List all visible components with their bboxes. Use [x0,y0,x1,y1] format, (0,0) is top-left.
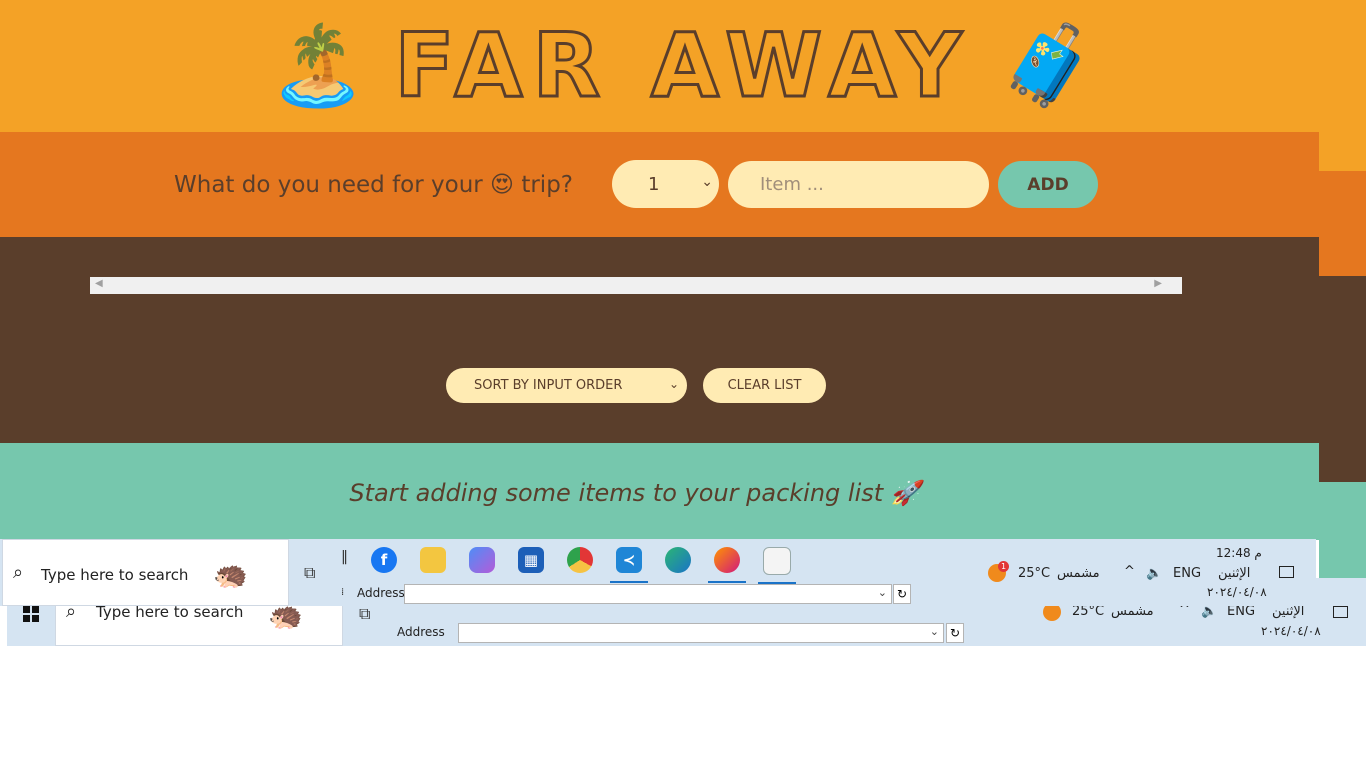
chevron-down-icon: ⌄ [929,625,939,638]
app-header: 🏝️ FAR AWAY 🧳 [0,0,1366,132]
task-view-icon[interactable]: ⧉ [304,563,315,583]
edge-stripe-green [1319,482,1366,578]
address-field[interactable]: ⌄ [458,623,944,643]
windows-start-icon[interactable] [23,606,39,622]
palm-tree-island-icon: 🏝️ [269,21,367,111]
file-explorer-icon[interactable] [420,547,446,573]
language-indicator[interactable]: ENG [1173,566,1201,581]
chevron-down-icon: ⌄ [668,377,679,391]
edge-stripe-brown [1319,276,1366,482]
sort-select[interactable]: SORT BY INPUT ORDER ⌄ [446,368,687,403]
weather-temp: 25°C [1018,566,1051,581]
search-placeholder: Type here to search [41,566,189,584]
add-item-form: What do you need for your 😍 trip? 1 ⌄ It… [0,132,1319,237]
scroll-left-icon[interactable]: ◀ [95,278,103,289]
refresh-icon[interactable]: ↻ [946,623,964,643]
sort-value: SORT BY INPUT ORDER [474,378,623,393]
stats-message: Start adding some items to your packing … [349,479,921,507]
chrome-icon[interactable] [567,547,593,573]
clock-day: الإثنين [1218,566,1251,581]
clear-list-button[interactable]: CLEAR LIST [703,368,826,403]
taskbar: ⌕ Type here to search 🦔 ⧉ ‖ f ▦ ≺ ⁞ Addr… [0,539,1316,606]
hedgehog-icon: 🦔 [213,558,248,591]
facebook-icon[interactable]: f [371,547,397,573]
search-icon: ⌕ [13,562,24,583]
scroll-right-icon[interactable]: ▶ [1154,278,1162,289]
task-view-icon[interactable]: ⧉ [359,604,370,624]
luggage-icon: 🧳 [999,21,1097,111]
microsoft-store-icon[interactable]: ▦ [518,547,544,573]
firefox-icon[interactable] [708,547,746,583]
speaker-icon[interactable]: 🔈 [1146,566,1162,581]
weather-text: مشمس [1111,604,1154,619]
weather-badge: 1 [998,561,1009,572]
speaker-icon[interactable]: 🔈 [1201,604,1217,619]
toolbar-grip-icon: ⁞ [341,587,345,598]
chevron-up-icon[interactable]: ^ [1124,564,1135,579]
item-input-placeholder: Item ... [760,174,824,195]
vscode-icon[interactable]: ≺ [610,547,648,583]
weather-temp: 25°C [1072,604,1105,619]
quantity-select[interactable]: 1 ⌄ [612,160,719,208]
refresh-icon[interactable]: ↻ [893,584,911,604]
language-indicator[interactable]: ENG [1227,604,1255,619]
clock-date: ٢٠٢٤/٠٤/٠٨ [1261,624,1321,638]
horizontal-scrollbar[interactable]: ◀ ▶ [90,277,1182,294]
add-button[interactable]: ADD [998,161,1098,208]
address-label: Address [397,625,445,639]
address-label: Address [357,586,405,600]
clock-date: ٢٠٢٤/٠٤/٠٨ [1207,585,1267,599]
stats-footer: Start adding some items to your packing … [0,443,1319,540]
notepad-icon[interactable] [758,547,796,584]
chevron-down-icon: ⌄ [701,174,713,190]
pinned-apps: f ▦ ≺ [371,547,796,584]
address-field[interactable]: ⌄ [404,584,892,604]
weather-text: مشمس [1057,566,1100,581]
notification-icon[interactable] [1279,566,1294,578]
item-input[interactable]: Item ... [728,161,989,208]
chevron-down-icon: ⌄ [877,586,887,599]
clock-day: الإثنين [1272,604,1305,619]
edge-icon[interactable] [665,547,691,573]
packing-list: ◀ ▶ SORT BY INPUT ORDER ⌄ CLEAR LIST [0,237,1319,443]
edge-stripe-dark-orange [1319,171,1366,276]
app-title: FAR AWAY [393,14,972,117]
notification-icon[interactable] [1333,606,1348,618]
toolbar-grip-icon: ‖ [341,549,348,565]
form-question: What do you need for your 😍 trip? [174,172,574,198]
quantity-value: 1 [648,173,660,195]
clock-time[interactable]: 12:48 م [1216,546,1262,560]
copilot-icon[interactable] [469,547,495,573]
taskbar-search-box[interactable]: ⌕ Type here to search 🦔 [2,539,289,606]
